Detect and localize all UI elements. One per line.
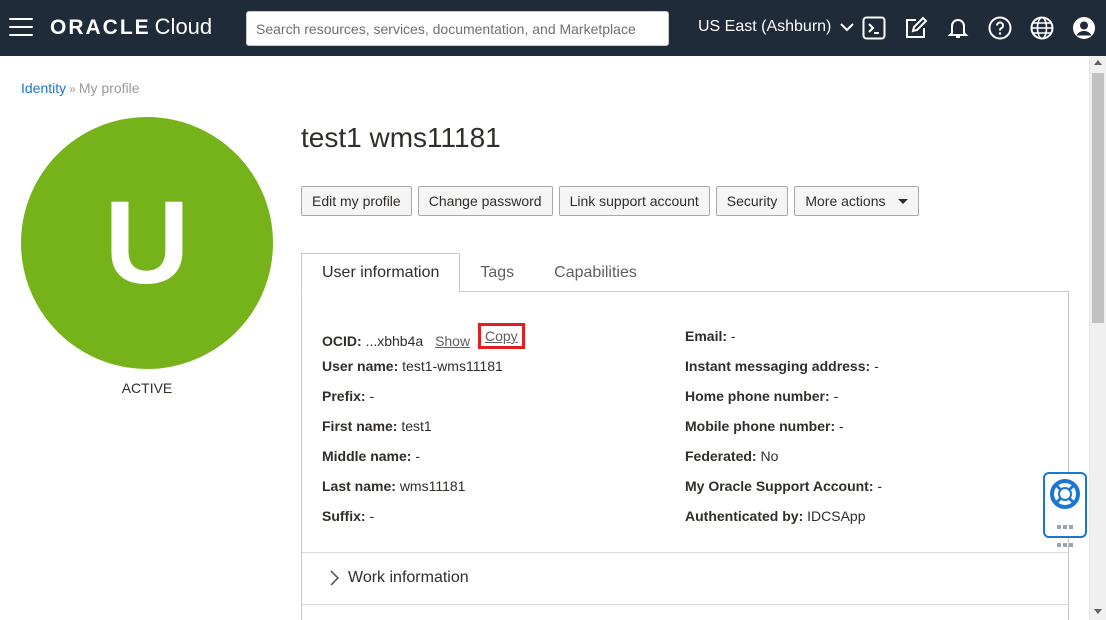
mobile-phone-value: -: [839, 418, 844, 434]
help-widget[interactable]: [1043, 472, 1087, 547]
action-bar: Edit my profile Change password Link sup…: [301, 186, 919, 216]
authenticated-by-value: IDCSApp: [807, 508, 866, 524]
brand-cloud: Cloud: [154, 14, 213, 39]
bell-icon[interactable]: [946, 16, 970, 40]
user-icon[interactable]: [1072, 16, 1096, 40]
tab-tags[interactable]: Tags: [460, 253, 534, 292]
suffix-label: Suffix:: [322, 508, 366, 524]
support-account-value: -: [877, 478, 883, 494]
tab-capabilities[interactable]: Capabilities: [534, 253, 657, 292]
im-address-label: Instant messaging address:: [685, 358, 871, 374]
change-password-button[interactable]: Change password: [417, 186, 553, 216]
federated-row: Federated: No: [685, 448, 882, 478]
section-divider: [302, 552, 1068, 553]
user-name-value: test1-wms11181: [402, 358, 503, 374]
mobile-phone-row: Mobile phone number: -: [685, 418, 882, 448]
menu-icon[interactable]: [9, 18, 33, 38]
scrollbar-thumb[interactable]: [1092, 73, 1104, 323]
info-right-column: Email: - Instant messaging address: - Ho…: [685, 328, 882, 538]
status-badge: ACTIVE: [121, 380, 173, 396]
mobile-phone-label: Mobile phone number:: [685, 418, 836, 434]
suffix-value: -: [369, 508, 375, 524]
tab-bar: User information Tags Capabilities: [301, 253, 657, 293]
middle-name-row: Middle name: -: [322, 448, 525, 478]
page-title: test1 wms11181: [301, 122, 501, 153]
caret-down-icon: [897, 198, 908, 204]
chevron-down-icon: [840, 23, 854, 32]
section-divider-bottom: [302, 604, 1068, 605]
region-selector[interactable]: US East (Ashburn): [698, 18, 854, 36]
tab-user-information[interactable]: User information: [301, 253, 461, 293]
support-account-row: My Oracle Support Account: -: [685, 478, 882, 508]
work-information-label: Work information: [348, 569, 469, 586]
avatar: U: [21, 117, 273, 369]
search-input[interactable]: [246, 11, 669, 46]
region-label: US East (Ashburn): [698, 18, 832, 35]
more-actions-button[interactable]: More actions: [794, 186, 919, 216]
oracle-cloud-logo[interactable]: ORACLE Cloud: [50, 14, 212, 40]
vertical-scrollbar[interactable]: [1089, 56, 1106, 620]
federated-value: No: [760, 448, 779, 464]
top-bar: ORACLECloud US East (Ashburn): [0, 0, 1106, 56]
grid-dots-icon: [1056, 518, 1076, 554]
security-button[interactable]: Security: [715, 186, 789, 216]
breadcrumb-separator: »: [69, 82, 76, 96]
user-information-panel: OCID: ...xbhb4a Show Copy User name: tes…: [301, 291, 1069, 620]
first-name-label: First name:: [322, 418, 398, 434]
first-name-value: test1: [401, 418, 432, 434]
chevron-right-icon: [330, 570, 340, 586]
ocid-row: OCID: ...xbhb4a Show Copy: [322, 323, 525, 358]
cloud-shell-icon[interactable]: [862, 16, 886, 40]
support-account-label: My Oracle Support Account:: [685, 478, 874, 494]
suffix-row: Suffix: -: [322, 508, 525, 538]
home-phone-row: Home phone number: -: [685, 388, 882, 418]
info-left-column: OCID: ...xbhb4a Show Copy User name: tes…: [322, 323, 525, 538]
im-address-value: -: [874, 358, 879, 374]
edit-profile-button[interactable]: Edit my profile: [301, 186, 412, 216]
email-label: Email:: [685, 328, 728, 344]
first-name-row: First name: test1: [322, 418, 525, 448]
globe-icon[interactable]: [1030, 16, 1054, 40]
middle-name-label: Middle name:: [322, 448, 412, 464]
home-phone-label: Home phone number:: [685, 388, 830, 404]
ocid-copy-link[interactable]: Copy: [485, 328, 518, 344]
authenticated-by-label: Authenticated by:: [685, 508, 804, 524]
scroll-down-icon[interactable]: [1094, 609, 1102, 614]
prefix-row: Prefix: -: [322, 388, 525, 418]
home-phone-value: -: [833, 388, 839, 404]
brand-oracle: ORACLE: [50, 16, 151, 39]
email-row: Email: -: [685, 328, 882, 358]
life-ring-icon: [1050, 479, 1080, 509]
last-name-row: Last name: wms11181: [322, 478, 525, 508]
copy-highlight: Copy: [477, 323, 525, 349]
help-icon[interactable]: [988, 16, 1012, 40]
avatar-letter: U: [104, 177, 190, 309]
user-name-row: User name: test1-wms11181: [322, 358, 525, 388]
ocid-label: OCID:: [322, 333, 362, 349]
middle-name-value: -: [415, 448, 421, 464]
more-actions-label: More actions: [805, 193, 886, 209]
breadcrumb-current: My profile: [78, 80, 140, 96]
ocid-show-link[interactable]: Show: [435, 333, 470, 349]
prefix-value: -: [369, 388, 375, 404]
ocid-value: ...xbhb4a: [365, 333, 424, 349]
prefix-label: Prefix:: [322, 388, 366, 404]
user-name-label: User name:: [322, 358, 399, 374]
last-name-value: wms11181: [399, 478, 466, 494]
breadcrumb-identity[interactable]: Identity: [21, 80, 66, 96]
federated-label: Federated:: [685, 448, 757, 464]
authenticated-by-row: Authenticated by: IDCSApp: [685, 508, 882, 538]
breadcrumb: Identity» My profile: [21, 80, 140, 96]
email-value: -: [730, 328, 736, 344]
im-address-row: Instant messaging address: -: [685, 358, 882, 388]
scroll-up-icon[interactable]: [1094, 60, 1102, 65]
work-information-toggle[interactable]: Work information: [328, 569, 469, 587]
last-name-label: Last name:: [322, 478, 396, 494]
link-support-account-button[interactable]: Link support account: [558, 186, 710, 216]
edit-icon[interactable]: [904, 16, 928, 40]
